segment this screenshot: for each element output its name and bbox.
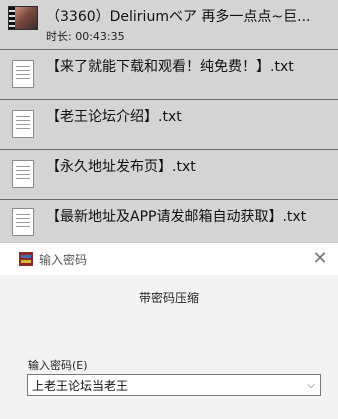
password-input[interactable]: 上老王论坛当老王	[28, 377, 302, 394]
dialog-title: 输入密码	[39, 253, 88, 267]
file-row[interactable]: 【老王论坛介绍】.txt	[0, 100, 338, 150]
text-file-icon	[12, 110, 34, 138]
file-row[interactable]: 【最新地址及APP请发邮箱自动获取】.txt	[0, 200, 338, 242]
dialog-heading: 带密码压缩	[138, 291, 199, 305]
password-combobox[interactable]: 上老王论坛当老王 ⌵	[27, 374, 321, 396]
chevron-down-icon[interactable]: ⌵	[302, 375, 320, 395]
file-list: （3360）Deliriumベア 再多一点点~巨... 时长: 00:43:35…	[0, 0, 338, 242]
file-row[interactable]: 【永久地址发布页】.txt	[0, 150, 338, 200]
file-name: 【永久地址发布页】.txt	[46, 159, 196, 175]
file-name: 【来了就能下载和观看！纯免费！】.txt	[46, 59, 294, 75]
dialog-titlebar: 输入密码 ✕	[0, 243, 338, 275]
text-file-icon	[12, 60, 34, 88]
password-dialog: 输入密码 ✕ 带密码压缩 输入密码(E) 上老王论坛当老王 ⌵	[0, 242, 338, 419]
file-row[interactable]: 【来了就能下载和观看！纯免费！】.txt	[0, 50, 338, 100]
video-file-row[interactable]: （3360）Deliriumベア 再多一点点~巨... 时长: 00:43:35	[0, 0, 338, 50]
file-name: 【老王论坛介绍】.txt	[46, 109, 182, 125]
video-duration: 时长: 00:43:35	[46, 30, 125, 43]
file-name: 【最新地址及APP请发邮箱自动获取】.txt	[46, 209, 307, 225]
text-file-icon	[12, 208, 34, 236]
winrar-icon	[19, 252, 33, 266]
password-label: 输入密码(E)	[28, 359, 88, 372]
video-thumbnail-icon	[8, 6, 38, 30]
video-title: （3360）Deliriumベア 再多一点点~巨...	[46, 9, 311, 25]
close-button[interactable]: ✕	[308, 247, 332, 271]
dialog-body: 带密码压缩 输入密码(E) 上老王论坛当老王 ⌵	[0, 275, 338, 419]
close-icon: ✕	[312, 248, 328, 269]
text-file-icon	[12, 160, 34, 188]
